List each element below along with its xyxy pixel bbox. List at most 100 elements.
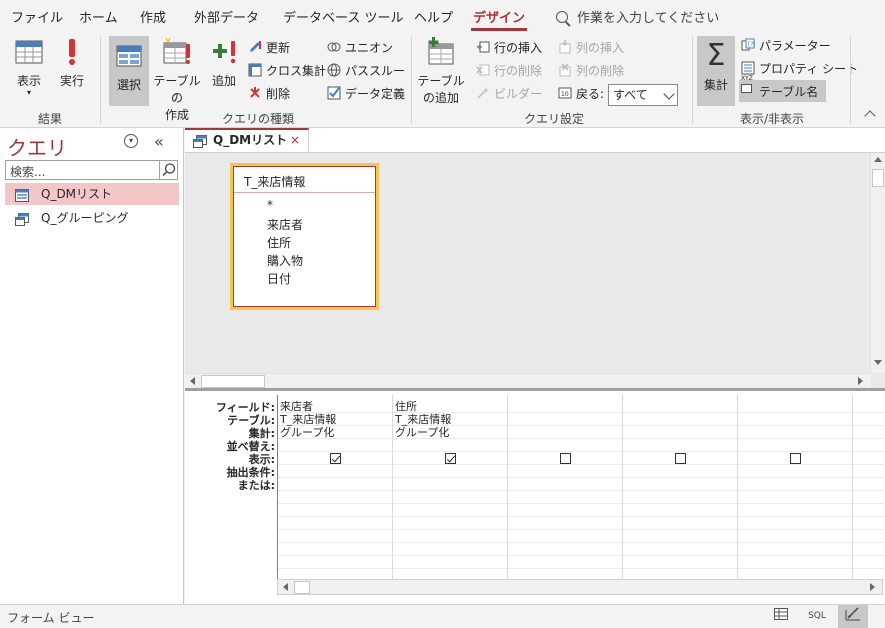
- scroll-thumb[interactable]: [201, 375, 265, 388]
- show-table-button[interactable]: テーブル の追加: [417, 36, 465, 106]
- return-values-icon: 10: [558, 86, 572, 100]
- delete-query-button[interactable]: 削除: [248, 84, 290, 104]
- delete-rows-label: 行の削除: [494, 64, 543, 78]
- select-query-icon: [113, 40, 145, 72]
- scroll-left-icon[interactable]: [190, 377, 195, 385]
- view-button[interactable]: 表示 ▾: [8, 36, 50, 97]
- grid-column[interactable]: 来店者 T_来店情報 グループ化: [278, 395, 393, 583]
- scroll-up-icon[interactable]: [874, 157, 882, 162]
- chevron-down-icon: ▾: [26, 88, 31, 97]
- insert-rows-button[interactable]: 行の挿入: [476, 38, 542, 58]
- parameters-button[interactable]: [?] パラメーター: [741, 36, 831, 56]
- chevron-down-icon: [663, 88, 675, 100]
- table-pane-hscroll[interactable]: [185, 373, 871, 389]
- document-tab[interactable]: Q_DMリスト ×: [185, 128, 309, 152]
- grid-hscroll[interactable]: [277, 579, 883, 595]
- view-label: 表示: [16, 74, 41, 88]
- tab-create[interactable]: 作成: [140, 7, 166, 26]
- scroll-thumb[interactable]: [872, 169, 884, 187]
- make-table-button[interactable]: テーブルの 作成: [151, 36, 203, 122]
- sql-view-label: SQL: [808, 611, 826, 621]
- tab-design[interactable]: デザイン: [470, 7, 528, 31]
- delete-columns-button[interactable]: 列の削除: [558, 61, 624, 81]
- grid-column[interactable]: [508, 395, 623, 583]
- design-view-button[interactable]: [838, 605, 868, 628]
- field-list-divider: [234, 192, 375, 193]
- tab-home[interactable]: ホーム: [79, 7, 118, 26]
- show-checkbox[interactable]: [790, 453, 801, 464]
- nav-menu-icon[interactable]: ▾: [124, 134, 138, 148]
- select-query-button[interactable]: 選択: [109, 36, 149, 106]
- return-values-combo[interactable]: すべて: [608, 84, 678, 106]
- field-list-item[interactable]: 来店者: [267, 216, 303, 233]
- run-label: 実行: [59, 74, 84, 88]
- sql-view-button[interactable]: SQL: [802, 605, 832, 628]
- scroll-down-icon[interactable]: [874, 360, 882, 365]
- collapse-ribbon-icon[interactable]: [864, 110, 876, 122]
- show-checkbox[interactable]: [445, 453, 456, 464]
- pencil-icon: [248, 40, 262, 54]
- close-icon[interactable]: ×: [290, 130, 300, 151]
- add-table-icon: [425, 36, 457, 68]
- table-pane-vscroll[interactable]: [870, 153, 885, 373]
- builder-button[interactable]: ビルダー: [476, 84, 542, 104]
- field-list-item-all[interactable]: *: [267, 198, 273, 212]
- delete-rows-button[interactable]: 行の削除: [476, 61, 542, 81]
- grid-column[interactable]: [623, 395, 738, 583]
- search-icon: [556, 11, 568, 23]
- return-label: 戻る:: [576, 87, 605, 101]
- totals-button[interactable]: Σ 集計: [697, 36, 735, 106]
- scroll-left-icon[interactable]: [283, 583, 288, 591]
- delete-columns-label: 列の削除: [576, 64, 625, 78]
- field-list-title[interactable]: T_来店情報: [244, 173, 305, 190]
- search-icon[interactable]: [159, 161, 177, 179]
- grid-total-cell[interactable]: グループ化: [395, 424, 449, 440]
- field-list-item[interactable]: 住所: [267, 234, 291, 251]
- tab-external-data[interactable]: 外部データ: [194, 7, 259, 26]
- datasheet-view-icon: [13, 36, 45, 68]
- union-label: ユニオン: [345, 41, 394, 55]
- grid-column[interactable]: 住所 T_来店情報 グループ化: [393, 395, 508, 583]
- navigation-pane: クエリ ▾ « 検索... Q_DMリスト Q_グルーピング: [0, 128, 184, 604]
- grid-total-cell[interactable]: グループ化: [280, 424, 334, 440]
- nav-item-q-grouping[interactable]: Q_グルーピング: [5, 207, 179, 229]
- property-sheet-button[interactable]: プロパティ シート: [741, 59, 858, 79]
- tab-database-tools[interactable]: データベース ツール: [283, 7, 403, 26]
- group-label-query-type: クエリの種類: [221, 112, 294, 126]
- collapse-pane-icon[interactable]: «: [154, 132, 164, 151]
- update-query-button[interactable]: 更新: [248, 38, 290, 58]
- nav-search-box[interactable]: 検索...: [5, 160, 178, 180]
- show-checkbox[interactable]: [560, 453, 571, 464]
- run-button[interactable]: 実行: [54, 36, 90, 94]
- show-checkbox[interactable]: [675, 453, 686, 464]
- nav-item-label: Q_グルーピング: [41, 211, 129, 225]
- tab-help[interactable]: ヘルプ: [414, 7, 453, 26]
- field-list-t-raiten[interactable]: T_来店情報 * 来店者 住所 購入物 日付: [230, 163, 379, 310]
- show-checkbox[interactable]: [330, 453, 341, 464]
- crosstab-query-button[interactable]: クロス集計: [248, 61, 326, 81]
- crosstab-label: クロス集計: [266, 64, 327, 78]
- scroll-thumb[interactable]: [294, 581, 310, 594]
- field-list-item[interactable]: 購入物: [267, 252, 303, 269]
- union-query-button[interactable]: ユニオン: [327, 38, 393, 58]
- tab-file[interactable]: ファイル: [11, 7, 63, 26]
- field-list-item[interactable]: 日付: [267, 270, 291, 287]
- scroll-right-icon[interactable]: [858, 377, 863, 385]
- passthrough-query-button[interactable]: パススルー: [327, 61, 405, 81]
- insert-columns-button[interactable]: 列の挿入: [558, 38, 624, 58]
- tell-me-text: 作業を入力してください: [577, 11, 720, 26]
- nav-item-q-dmlist[interactable]: Q_DMリスト: [5, 183, 179, 205]
- select-label: 選択: [116, 78, 141, 92]
- group-separator: [692, 36, 693, 124]
- data-definition-button[interactable]: データ定義: [327, 84, 405, 104]
- nav-title: クエリ: [7, 136, 67, 160]
- scroll-right-icon[interactable]: [870, 583, 875, 591]
- delete-query-icon: [248, 86, 262, 100]
- tell-me-search[interactable]: 作業を入力してください: [556, 7, 719, 26]
- grid-column[interactable]: [738, 395, 853, 583]
- append-button[interactable]: 追加: [206, 36, 242, 94]
- status-text: フォーム ビュー: [7, 611, 95, 625]
- union-icon: [327, 40, 341, 54]
- datasheet-view-button[interactable]: [766, 605, 796, 628]
- table-names-button[interactable]: XYZ テーブル名: [739, 76, 827, 102]
